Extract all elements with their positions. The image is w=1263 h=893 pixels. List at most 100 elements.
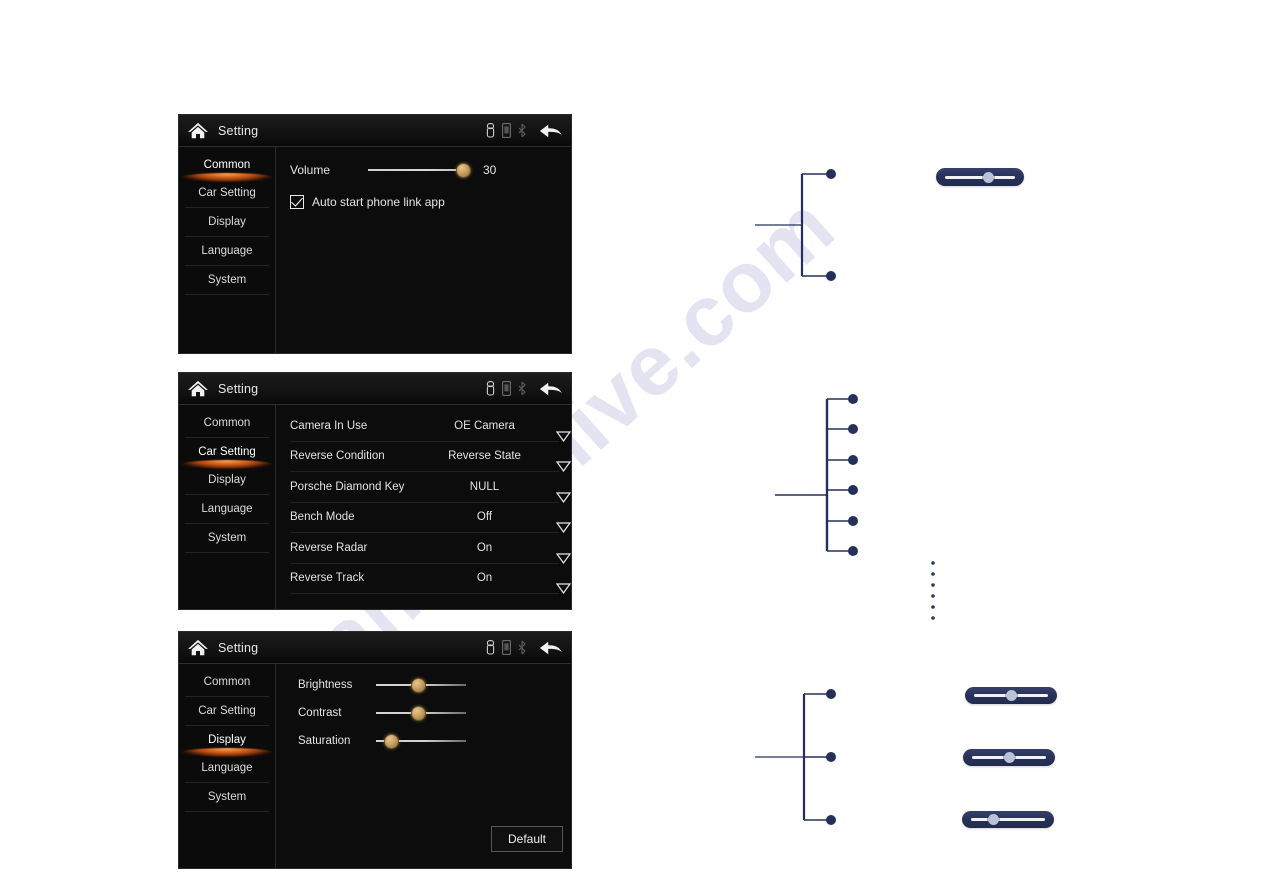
callout-common [755,160,875,290]
content-display: Brightness Contrast Saturation Default [276,664,571,868]
sidebar-item-label: Language [201,762,253,774]
sidebar-car-setting: Common Car Setting Display Language Syst… [179,405,276,609]
row-value: OE Camera [454,419,515,432]
saturation-slider[interactable] [376,734,466,749]
sidebar-item-car-setting[interactable]: Car Setting [185,697,269,726]
pill-slider-knob[interactable] [987,814,999,825]
pill-slider-knob[interactable] [982,171,994,183]
brightness-row: Brightness [298,678,571,693]
sidebar-item-display[interactable]: Display [185,208,269,237]
callout-dot [848,394,858,404]
saturation-slider-knob[interactable] [383,734,399,749]
callout-display [755,680,865,840]
auto-start-checkbox[interactable] [290,195,304,209]
saturation-row: Saturation [298,734,571,749]
sidebar-item-label: Common [203,159,251,171]
sidebar-item-label: Language [201,245,253,257]
sidebar-item-car-setting[interactable]: Car Setting [185,438,269,466]
usb-icon [486,640,495,655]
sidebar-item-language[interactable]: Language [185,495,269,524]
volume-label: Volume [290,163,331,177]
auto-start-row[interactable]: Auto start phone link app [276,177,571,209]
titlebar-common: Setting [179,115,571,147]
sidebar-item-language[interactable]: Language [185,237,269,266]
brightness-slider-knob[interactable] [410,678,426,693]
device-screen-display: Setting Common Car Setting Display Langu… [178,631,572,869]
sidebar-item-label: Car Setting [198,187,256,199]
phone-icon [502,381,511,396]
sidebar-item-label: Common [203,676,251,688]
car-setting-list: Camera In Use OE Camera Reverse Conditio… [276,405,571,595]
titlebar-display: Setting [179,632,571,664]
pill-slider-knob[interactable] [1005,690,1017,701]
brightness-slider[interactable] [376,678,466,693]
callout-dot [826,752,836,762]
sidebar-item-system[interactable]: System [185,266,269,295]
volume-slider-knob[interactable] [455,163,471,178]
content-common: Volume 30 Auto start phone link app [276,147,571,353]
contrast-slider-knob[interactable] [410,706,426,721]
sidebar-item-display[interactable]: Display [185,466,269,495]
home-icon[interactable] [187,122,209,140]
row-label: Porsche Diamond Key [290,480,405,493]
status-icon-group [486,381,526,396]
titlebar-title: Setting [218,123,259,138]
row-label: Reverse Track [290,572,365,585]
titlebar-car-setting: Setting [179,373,571,405]
display-slider-list: Brightness Contrast Saturation [276,664,571,749]
status-icon-group [486,123,526,138]
callout-dot [848,516,858,526]
row-value: Off [476,511,493,524]
chevron-down-icon[interactable] [549,482,571,503]
bluetooth-icon [518,640,526,655]
table-row[interactable]: Bench Mode Off [290,503,571,534]
titlebar-title: Setting [218,381,259,396]
table-row[interactable]: Reverse Radar On [290,533,571,564]
pill-slider-knob[interactable] [1003,752,1015,763]
back-arrow-icon[interactable] [539,122,563,140]
chevron-down-icon[interactable] [549,512,571,534]
home-icon[interactable] [187,639,209,657]
chevron-down-icon[interactable] [549,573,571,595]
table-row[interactable]: Reverse Condition Reverse State [290,442,571,473]
sidebar-item-car-setting[interactable]: Car Setting [185,179,269,208]
callout-dot [826,815,836,825]
chevron-down-icon[interactable] [549,451,571,473]
sidebar-item-display[interactable]: Display [185,726,269,754]
default-button[interactable]: Default [491,826,563,852]
sidebar-item-label: Display [208,474,246,486]
table-row[interactable]: Porsche Diamond Key NULL [290,472,571,503]
sidebar-item-label: Common [203,417,251,429]
chevron-down-icon[interactable] [549,543,571,564]
callout-car-setting [775,385,885,565]
table-row[interactable]: Reverse Track On [290,564,571,595]
saturation-label: Saturation [298,735,351,747]
callout-dot [826,169,836,179]
pill-slider-volume[interactable] [936,168,1024,186]
back-arrow-icon[interactable] [539,380,563,398]
pill-slider-contrast[interactable] [963,749,1055,766]
home-icon[interactable] [187,380,209,398]
sidebar-common: Common Car Setting Display Language Syst… [179,147,276,353]
sidebar-item-common[interactable]: Common [185,668,269,697]
brightness-label: Brightness [298,679,353,691]
table-row[interactable]: Camera In Use OE Camera [290,411,571,442]
sidebar-item-label: Display [208,216,246,228]
sidebar-item-system[interactable]: System [185,783,269,812]
sidebar-item-system[interactable]: System [185,524,269,553]
pill-slider-track [971,818,1045,821]
pill-slider-brightness[interactable] [965,687,1057,704]
callout-dot [826,271,836,281]
pill-slider-saturation[interactable] [962,811,1054,828]
sidebar-item-common[interactable]: Common [185,409,269,438]
chevron-down-icon[interactable] [549,421,571,442]
row-value: Reverse State [448,450,521,463]
back-arrow-icon[interactable] [539,639,563,657]
callout-dot [848,546,858,556]
sidebar-item-common[interactable]: Common [185,151,269,179]
device-screen-common: Setting Common Car Setting Display Langu… [178,114,572,354]
callout-dot [826,689,836,699]
contrast-slider[interactable] [376,706,466,721]
sidebar-item-language[interactable]: Language [185,754,269,783]
volume-slider[interactable] [368,163,471,178]
